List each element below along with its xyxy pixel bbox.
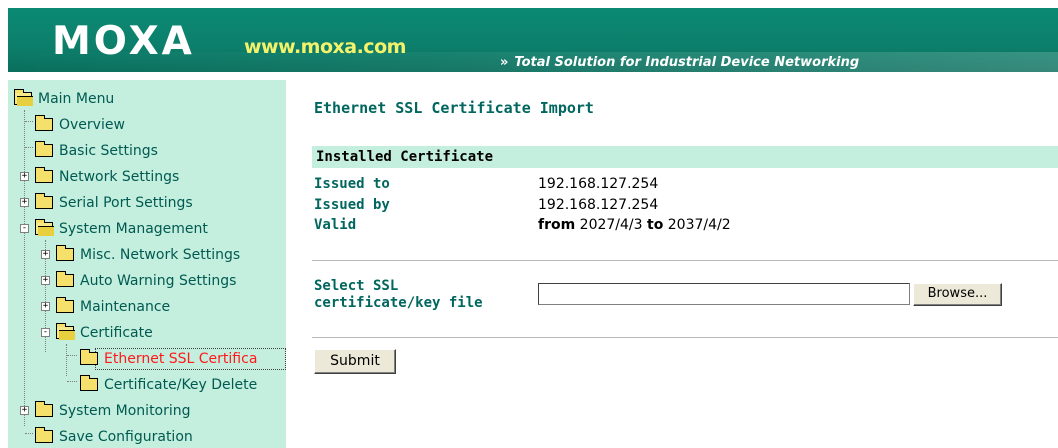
sidebar-item-label: Ethernet SSL Certifica: [104, 351, 258, 367]
folder-icon: [35, 167, 53, 183]
divider: [312, 337, 1058, 339]
select-file-label: Select SSL certificate/key file: [314, 278, 483, 312]
sidebar-item-label: Overview: [59, 117, 125, 133]
certificate-file-input[interactable]: [538, 283, 910, 305]
sidebar-item-misc-network-settings[interactable]: + Misc. Network Settings: [8, 243, 286, 269]
sidebar-item-label: Network Settings: [59, 169, 180, 185]
sidebar-item-label: Main Menu: [38, 91, 115, 107]
select-file-label-line1: Select SSL: [314, 278, 399, 294]
header-banner: MOXA www.moxa.com » Total Solution for In…: [8, 8, 1058, 72]
issued-by-value: 192.168.127.254: [538, 197, 659, 213]
sidebar-item-system-management[interactable]: - System Management: [8, 217, 286, 243]
issued-to-label: Issued to: [314, 176, 390, 192]
folder-icon: [35, 427, 53, 443]
expand-plus-icon[interactable]: +: [41, 250, 50, 259]
folder-icon: [35, 141, 53, 157]
page-title: Ethernet SSL Certificate Import: [314, 99, 594, 117]
moxa-logo: MOXA: [52, 19, 195, 64]
valid-to-date: 2037/4/2: [667, 217, 731, 233]
issued-by-label: Issued by: [314, 197, 390, 213]
folder-icon: [56, 297, 74, 313]
sidebar-item-network-settings[interactable]: + Network Settings: [8, 165, 286, 191]
sidebar-tree: Main Menu Overview Basic Settings + Netw…: [8, 80, 286, 448]
sidebar-item-label: Certificate/Key Delete: [104, 377, 258, 393]
sidebar-item-main-menu[interactable]: Main Menu: [8, 87, 286, 113]
sidebar-item-certificate-key-delete[interactable]: Certificate/Key Delete: [8, 373, 286, 399]
main-content: Ethernet SSL Certificate Import Installe…: [286, 80, 1058, 448]
issued-to-value: 192.168.127.254: [538, 176, 659, 192]
sidebar-item-label: Basic Settings: [59, 143, 158, 159]
sidebar-item-system-monitoring[interactable]: + System Monitoring: [8, 399, 286, 425]
collapse-minus-icon[interactable]: -: [20, 224, 29, 233]
folder-icon: [35, 115, 53, 131]
expand-plus-icon[interactable]: +: [20, 198, 29, 207]
sidebar-item-label: Certificate: [80, 325, 153, 341]
folder-icon: [35, 401, 53, 417]
sidebar-item-label: Maintenance: [80, 299, 171, 315]
expand-plus-icon[interactable]: +: [20, 172, 29, 181]
sidebar-item-auto-warning-settings[interactable]: + Auto Warning Settings: [8, 269, 286, 295]
valid-from-word: from: [538, 217, 576, 233]
double-chevron-icon: »: [500, 55, 509, 70]
valid-label: Valid: [314, 217, 357, 233]
folder-icon: [80, 349, 98, 365]
sidebar-item-maintenance[interactable]: + Maintenance: [8, 295, 286, 321]
select-file-label-line2: certificate/key file: [314, 295, 483, 311]
valid-value: from 2027/4/3 to 2037/4/2: [538, 217, 731, 234]
section-heading: Installed Certificate: [316, 149, 494, 165]
folder-icon: [80, 375, 98, 391]
folder-open-icon: [14, 89, 33, 106]
sidebar-item-serial-port-settings[interactable]: + Serial Port Settings: [8, 191, 286, 217]
folder-open-icon: [56, 323, 75, 340]
folder-icon: [56, 271, 74, 287]
sidebar-item-basic-settings[interactable]: Basic Settings: [8, 139, 286, 165]
sidebar-item-label: Save Configuration: [59, 429, 193, 445]
sidebar-item-label: System Monitoring: [59, 403, 191, 419]
submit-button[interactable]: Submit: [314, 349, 396, 374]
browse-button[interactable]: Browse...: [913, 283, 1002, 306]
valid-to-word: to: [647, 217, 664, 233]
sidebar-item-label: Auto Warning Settings: [80, 273, 237, 289]
sidebar-item-label: Serial Port Settings: [59, 195, 193, 211]
tagline-text: Total Solution for Industrial Device Net…: [514, 55, 860, 70]
sidebar-item-certificate[interactable]: - Certificate: [8, 321, 286, 347]
folder-icon: [35, 193, 53, 209]
divider: [312, 260, 1058, 262]
folder-open-icon: [35, 219, 54, 236]
site-url-link[interactable]: www.moxa.com: [244, 36, 406, 58]
expand-plus-icon[interactable]: +: [41, 276, 50, 285]
sidebar-item-overview[interactable]: Overview: [8, 113, 286, 139]
sidebar-item-label: Misc. Network Settings: [80, 247, 241, 263]
folder-icon: [56, 245, 74, 261]
expand-plus-icon[interactable]: +: [41, 302, 50, 311]
sidebar-item-ethernet-ssl-certificate[interactable]: Ethernet SSL Certifica: [8, 347, 286, 373]
sidebar-item-label: System Management: [59, 221, 208, 237]
installed-certificate-header: Installed Certificate: [312, 146, 1058, 168]
valid-from-date: 2027/4/3: [579, 217, 643, 233]
collapse-minus-icon[interactable]: -: [41, 328, 50, 337]
tagline: » Total Solution for Industrial Device Ne…: [500, 55, 859, 70]
sidebar-item-save-configuration[interactable]: Save Configuration: [8, 425, 286, 448]
expand-plus-icon[interactable]: +: [20, 406, 29, 415]
